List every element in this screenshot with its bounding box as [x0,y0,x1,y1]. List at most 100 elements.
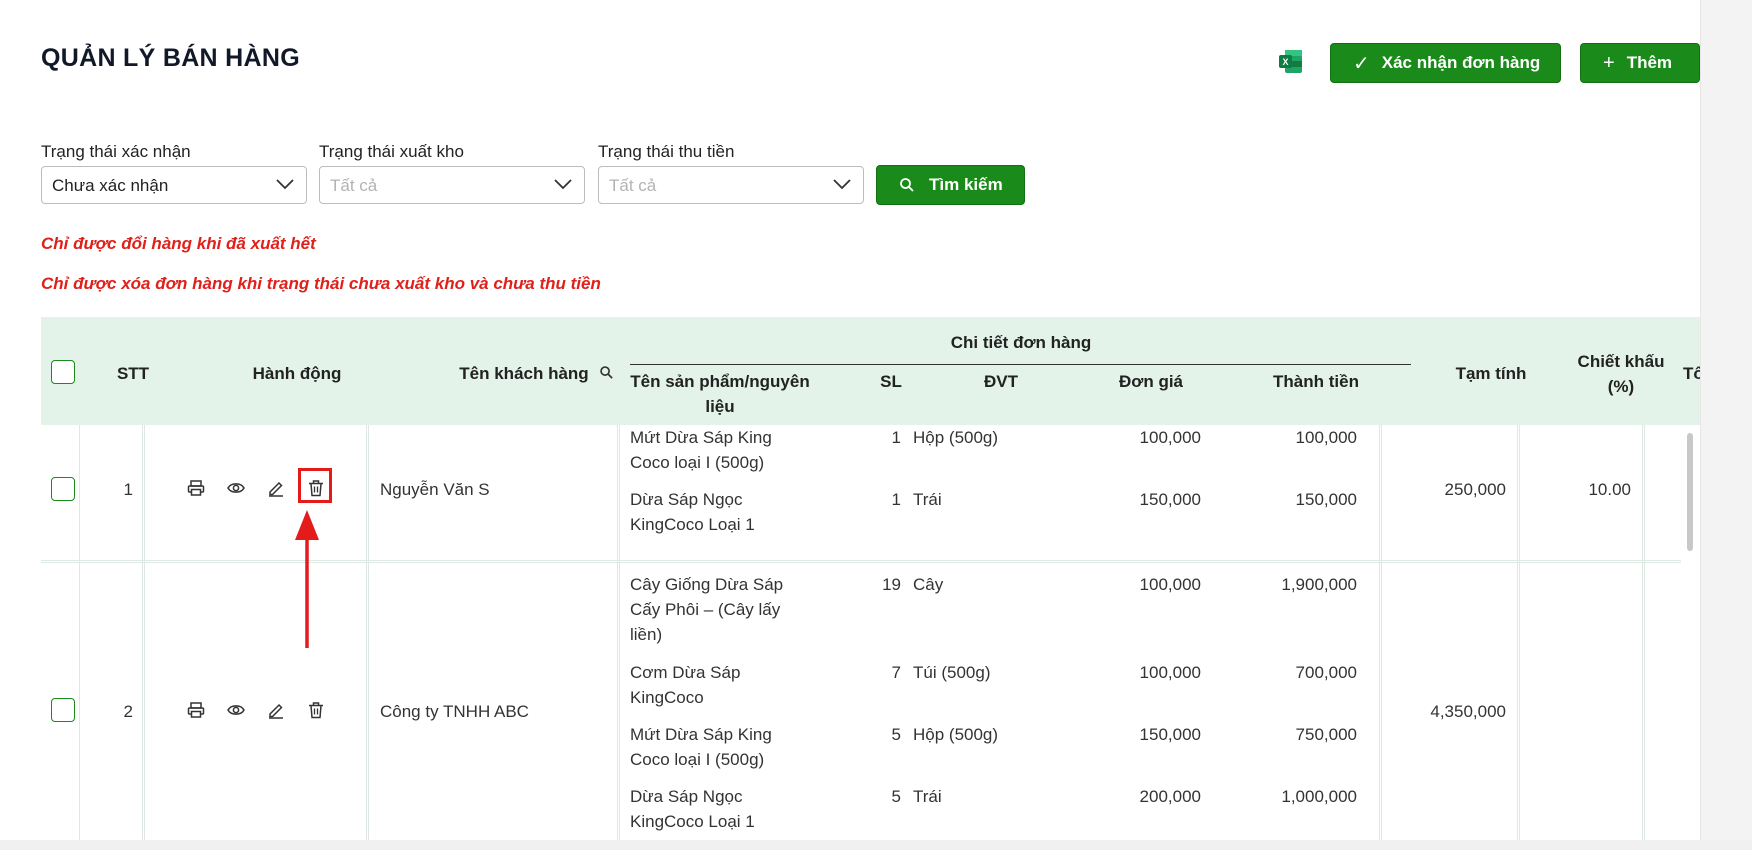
col-divider [1379,425,1380,850]
confirm-order-button[interactable]: ✓ Xác nhận đơn hàng [1330,43,1561,83]
confirm-order-label: Xác nhận đơn hàng [1381,53,1541,72]
view-icon[interactable] [227,701,245,719]
item-name: Cây Giống Dừa Sáp Cấy Phôi – (Cây lấy liền… [630,575,784,644]
item-amount: 1,900,000 [1281,575,1357,594]
row-subtotal: 4,350,000 [1430,702,1506,721]
payment-status-placeholder: Tất cả [609,176,657,195]
print-icon[interactable] [187,701,205,719]
check-icon: ✓ [1353,52,1370,75]
window-edge [1700,0,1752,850]
header-amount: Thành tiền [1273,372,1359,391]
col-divider [366,425,367,850]
add-label: Thêm [1626,53,1673,72]
col-divider [144,425,145,850]
col-divider [79,425,80,850]
item-qty: 1 [891,490,901,509]
item-amount: 150,000 [1295,490,1357,509]
payment-status-label: Trạng thái thu tiền [598,142,735,161]
item-amount: 1,000,000 [1281,787,1357,806]
row-customer: Công ty TNHH ABC [380,702,529,721]
add-button[interactable]: + Thêm [1580,43,1700,83]
delete-icon[interactable] [307,701,325,719]
row-subtotal: 250,000 [1444,480,1506,499]
item-name: Cơm Dừa Sáp KingCoco [630,663,741,707]
payment-status-select[interactable]: Tất cả [598,166,864,204]
export-status-select[interactable]: Tất cả [319,166,585,204]
header-stt: STT [116,364,150,383]
row-checkbox[interactable] [51,477,75,501]
item-price: 200,000 [1139,787,1201,806]
header-detail-divider [630,364,1411,365]
header-subtotal: Tạm tính [1455,364,1527,383]
confirm-status-select[interactable]: Chưa xác nhận [41,166,307,204]
horizontal-scrollbar[interactable] [0,840,1752,850]
header-discount-line1: Chiết khấu [1577,352,1665,371]
excel-icon[interactable]: X [1277,48,1304,75]
table-scrollbar[interactable] [1687,433,1693,551]
row-customer: Nguyễn Văn S [380,480,490,499]
col-divider [142,425,143,850]
edit-icon[interactable] [267,479,285,497]
col-divider [1519,425,1520,850]
item-amount: 100,000 [1295,428,1357,447]
header-total: Tổn [1683,364,1700,383]
item-name: Mứt Dừa Sáp King Coco loại I (500g) [630,428,772,472]
item-unit: Trái [913,787,942,806]
note-delete: Chỉ được xóa đơn hàng khi trạng thái chư… [41,274,601,293]
row-divider [41,562,1681,563]
note-exchange: Chỉ được đổi hàng khi đã xuất hết [41,234,316,253]
row-discount: 10.00 [1588,480,1631,499]
item-qty: 7 [891,663,901,682]
confirm-status-value: Chưa xác nhận [52,176,169,195]
col-divider [1517,425,1518,850]
table-header: STT Hành động Tên khách hàng Chi tiết đơ… [41,317,1700,425]
header-discount-line2: (%) [1607,377,1635,396]
edit-icon[interactable] [267,701,285,719]
header-product-line2: liệu [705,397,735,416]
confirm-status-label: Trạng thái xác nhận [41,142,191,161]
col-divider [1642,425,1643,850]
item-unit: Cây [913,575,944,594]
row-checkbox[interactable] [51,698,75,722]
item-qty: 5 [891,725,901,744]
select-all-checkbox[interactable] [51,360,75,384]
customer-search-icon[interactable] [599,365,614,380]
row-stt: 2 [123,702,133,721]
search-label: Tìm kiếm [929,175,1003,194]
view-icon[interactable] [227,479,245,497]
export-status-label: Trạng thái xuất kho [319,142,464,161]
item-price: 100,000 [1139,663,1201,682]
header-order-detail: Chi tiết đơn hàng [950,333,1092,352]
col-divider [619,425,620,850]
header-unit: ĐVT [984,372,1018,391]
orders-table: STT Hành động Tên khách hàng Chi tiết đơ… [41,317,1700,850]
item-price: 100,000 [1139,575,1201,594]
item-name: Dừa Sáp Ngọc KingCoco Loại 1 [630,490,755,534]
export-status-placeholder: Tất cả [330,176,378,195]
header-actions: Hành động [252,364,342,383]
plus-icon: + [1603,51,1615,74]
row-stt: 1 [123,480,133,499]
search-button[interactable]: Tìm kiếm [876,165,1025,205]
chevron-down-icon [833,179,851,190]
item-unit: Túi (500g) [913,663,991,682]
delete-highlight-box [298,468,332,503]
col-divider [1644,425,1645,850]
col-divider [1381,425,1382,850]
item-qty: 5 [891,787,901,806]
print-icon[interactable] [187,479,205,497]
col-divider [617,425,618,850]
item-unit: Trái [913,490,942,509]
item-price: 150,000 [1139,725,1201,744]
item-price: 100,000 [1139,428,1201,447]
header-qty: SL [880,372,902,391]
svg-text:X: X [1282,57,1288,67]
chevron-down-icon [276,179,294,190]
item-qty: 1 [891,428,901,447]
page: QUẢN LÝ BÁN HÀNG X ✓ Xác nhận đơn hàng +… [0,0,1700,850]
header-product-line1: Tên sản phẩm/nguyên [630,372,810,391]
row-divider [41,560,1681,561]
item-name: Dừa Sáp Ngọc KingCoco Loại 1 [630,787,755,831]
header-price: Đơn giá [1118,372,1184,391]
col-divider [368,425,369,850]
